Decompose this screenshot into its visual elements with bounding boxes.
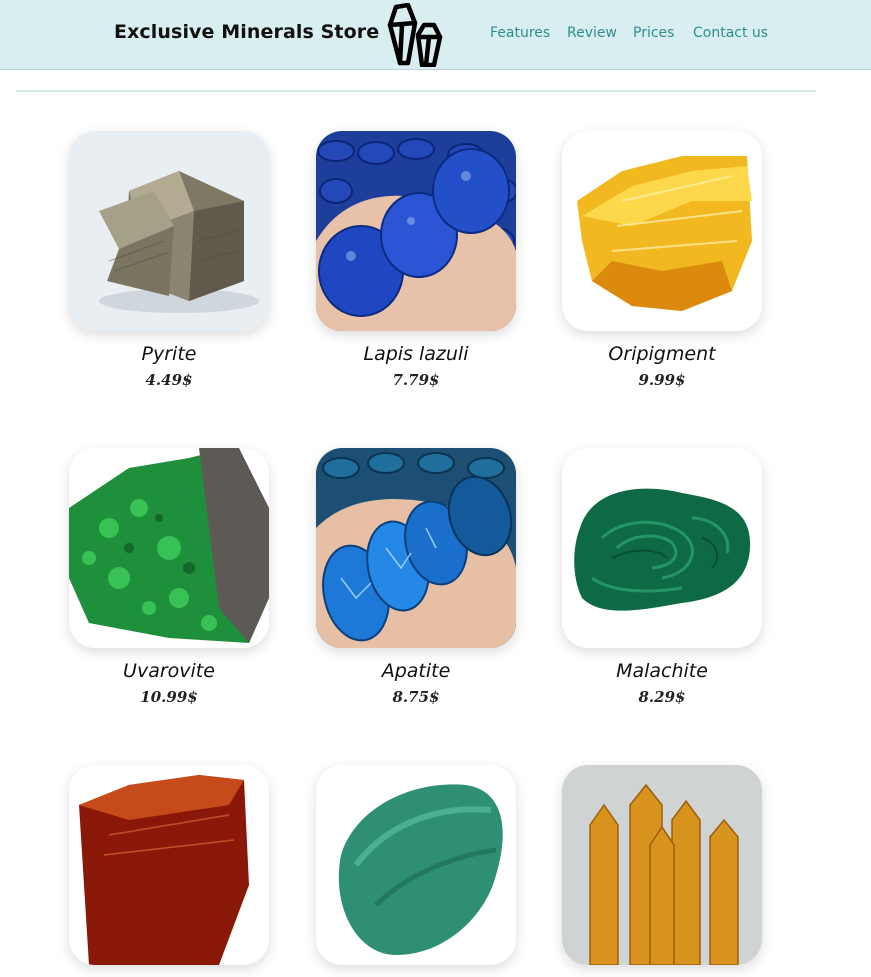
product-image-amber-points[interactable] bbox=[562, 765, 762, 965]
product-price: 9.99$ bbox=[638, 371, 686, 389]
product-name: Uvarovite bbox=[123, 660, 215, 682]
product-name: Malachite bbox=[616, 660, 708, 682]
product-price: 7.79$ bbox=[392, 371, 440, 389]
product-card[interactable]: Lapis lazuli 7.79$ bbox=[316, 131, 516, 389]
nav-review-link[interactable]: Review bbox=[567, 25, 617, 41]
product-name: Apatite bbox=[381, 660, 451, 682]
crystals-icon[interactable] bbox=[382, 3, 448, 67]
nav-features-link[interactable]: Features bbox=[490, 25, 550, 41]
section-divider bbox=[16, 90, 816, 92]
product-card[interactable]: Pyrite 4.49$ bbox=[69, 131, 269, 389]
product-image-uvarovite[interactable] bbox=[69, 448, 269, 648]
product-image-malachite[interactable] bbox=[562, 448, 762, 648]
site-header: Exclusive Minerals Store Features Review… bbox=[0, 0, 871, 70]
product-image-pyrite[interactable] bbox=[69, 131, 269, 331]
nav-contact-link[interactable]: Contact us bbox=[693, 25, 768, 41]
product-image-red-crystal[interactable] bbox=[69, 765, 269, 965]
product-card[interactable]: Uvarovite 10.99$ bbox=[69, 448, 269, 706]
product-image-green-stone[interactable] bbox=[316, 765, 516, 965]
product-card[interactable]: Apatite 8.75$ bbox=[316, 448, 516, 706]
product-card[interactable]: Oripigment 9.99$ bbox=[562, 131, 762, 389]
product-price: 10.99$ bbox=[140, 688, 198, 706]
product-image-oripigment[interactable] bbox=[562, 131, 762, 331]
product-price: 4.49$ bbox=[145, 371, 193, 389]
product-image-apatite[interactable] bbox=[316, 448, 516, 648]
product-name: Oripigment bbox=[608, 343, 716, 365]
nav-prices-link[interactable]: Prices bbox=[633, 25, 674, 41]
store-brand-title[interactable]: Exclusive Minerals Store bbox=[114, 21, 379, 43]
product-image-lapis-lazuli[interactable] bbox=[316, 131, 516, 331]
product-card[interactable] bbox=[69, 765, 269, 977]
product-card[interactable] bbox=[316, 765, 516, 977]
product-price: 8.29$ bbox=[638, 688, 686, 706]
product-card[interactable]: Malachite 8.29$ bbox=[562, 448, 762, 706]
product-name: Pyrite bbox=[141, 343, 197, 365]
product-name: Lapis lazuli bbox=[363, 343, 469, 365]
product-card[interactable] bbox=[562, 765, 762, 977]
product-price: 8.75$ bbox=[392, 688, 440, 706]
